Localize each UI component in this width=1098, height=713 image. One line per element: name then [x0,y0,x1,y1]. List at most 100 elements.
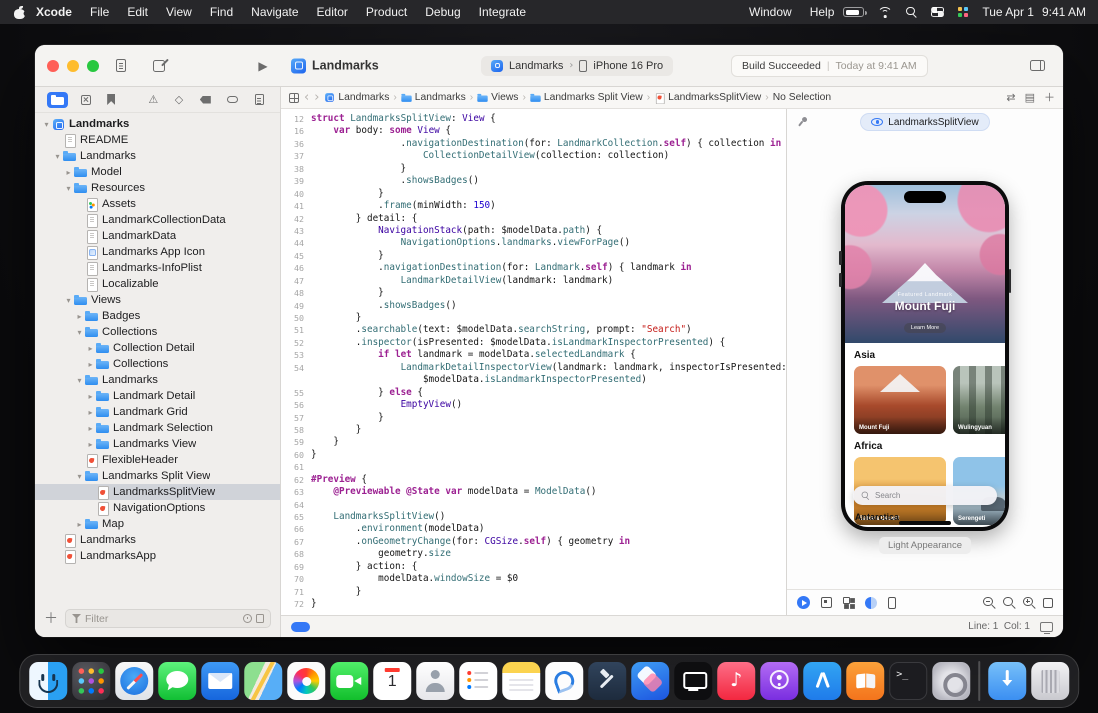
zoom-out-icon[interactable] [983,597,995,609]
back-chevron-icon[interactable]: ‹ [304,91,309,104]
tree-row-landmarkcollectiondata-6[interactable]: LandmarkCollectionData [35,212,280,228]
chevron-down-icon[interactable]: ▾ [74,328,85,337]
chevron-down-icon[interactable]: ▾ [52,152,63,161]
dock-calendar[interactable]: 1 [373,662,411,700]
dock-finder[interactable] [29,662,67,700]
dock-facetime[interactable] [330,662,368,700]
menu-item-integrate[interactable]: Integrate [470,5,535,19]
selectable-mode-button[interactable] [821,597,832,608]
tree-row-badges-12[interactable]: ▸Badges [35,308,280,324]
dock-safari[interactable] [115,662,153,700]
tree-row-resources-4[interactable]: ▾Resources [35,180,280,196]
compose-icon[interactable] [147,54,171,78]
inspector-toggle-icon[interactable] [1025,54,1049,78]
navigator-tab-tests[interactable]: ◇ [171,91,187,108]
chevron-down-icon[interactable]: ▾ [63,296,74,305]
tree-row-navigationoptions-24[interactable]: NavigationOptions [35,500,280,516]
tree-row-views-11[interactable]: ▾Views [35,292,280,308]
chevron-right-icon[interactable]: ▸ [74,312,85,321]
apple-logo-icon[interactable] [14,6,21,19]
menu-item-debug[interactable]: Debug [416,5,469,19]
chevron-right-icon[interactable]: ▸ [85,440,96,449]
device-settings-button[interactable] [888,597,896,609]
tree-row-landmarkdata-7[interactable]: LandmarkData [35,228,280,244]
dock-tv[interactable] [674,662,712,700]
pin-icon[interactable] [794,114,809,130]
tree-row-landmarks-16[interactable]: ▾Landmarks [35,372,280,388]
editor-options-button[interactable] [291,622,310,632]
breadcrumb-item-landmarks-split-view[interactable]: Landmarks Split View [530,91,643,104]
recents-filter-icon[interactable] [243,614,252,623]
menu-item-view[interactable]: View [157,5,201,19]
tree-row-model-3[interactable]: ▸Model [35,164,280,180]
adjust-editor-options-icon[interactable]: ▤ [1025,92,1035,103]
minimize-window-button[interactable] [67,60,79,72]
menu-item-product[interactable]: Product [357,5,416,19]
live-preview-button[interactable] [797,596,810,609]
navigator-tab-reports[interactable] [251,91,268,108]
chevron-right-icon[interactable]: ▸ [74,520,85,529]
menu-item-xcode[interactable]: Xcode [27,5,81,19]
menu-item-file[interactable]: File [81,5,118,19]
chevron-right-icon[interactable]: ▸ [63,168,74,177]
zoom-in-icon[interactable] [1023,597,1035,609]
zoom-actual-icon[interactable] [1003,597,1015,609]
activity-view[interactable]: Build Succeeded | Today at 9:41 AM [731,55,928,77]
dock-music[interactable] [717,662,755,700]
tree-row-localizable-10[interactable]: Localizable [35,276,280,292]
dock-notes[interactable] [502,662,540,700]
spotlight-icon[interactable] [906,7,917,18]
chevron-down-icon[interactable]: ▾ [74,376,85,385]
menu-item-window[interactable]: Window [740,5,801,19]
scheme-selector[interactable]: Landmarks › iPhone 16 Pro [481,56,673,76]
dock-messages[interactable] [158,662,196,700]
navigator-tab-project[interactable] [47,92,68,108]
tree-row-map-25[interactable]: ▸Map [35,516,280,532]
control-center-icon[interactable] [931,7,944,17]
dock-maps[interactable] [244,662,282,700]
dock-launchpad[interactable] [72,662,110,700]
chevron-right-icon[interactable]: ▸ [85,344,96,353]
menu-extra-icon[interactable] [958,7,968,17]
dock-photos[interactable] [287,662,325,700]
tree-row-readme-1[interactable]: README [35,132,280,148]
battery-icon[interactable] [843,7,864,17]
zoom-window-button[interactable] [87,60,99,72]
filter-field[interactable] [65,609,271,628]
variants-button[interactable] [843,597,854,608]
tree-row-landmark-grid-18[interactable]: ▸Landmark Grid [35,404,280,420]
breadcrumb-item-no-selection[interactable]: No Selection [773,92,831,103]
dock-terminal[interactable] [889,662,927,700]
menu-item-navigate[interactable]: Navigate [242,5,307,19]
close-window-button[interactable] [47,60,59,72]
chevron-right-icon[interactable]: ▸ [85,360,96,369]
add-button[interactable]: ＋ [44,612,58,626]
chevron-right-icon[interactable]: ▸ [85,392,96,401]
chevron-down-icon[interactable]: ▾ [41,120,52,129]
menu-item-find[interactable]: Find [201,5,242,19]
related-items-icon[interactable] [289,93,299,103]
filter-input[interactable] [85,613,239,625]
document-icon[interactable] [109,54,133,78]
tree-row-collection-detail-14[interactable]: ▸Collection Detail [35,340,280,356]
display-icon[interactable] [1040,622,1053,632]
dock-app-store[interactable] [803,662,841,700]
tree-row-landmark-detail-17[interactable]: ▸Landmark Detail [35,388,280,404]
run-button[interactable]: ▶ [251,54,275,78]
chevron-down-icon[interactable]: ▾ [74,472,85,481]
tree-row-landmarkssplitview-23[interactable]: LandmarksSplitView [35,484,280,500]
source-editor[interactable]: 12struct LandmarksSplitView: View {16 va… [281,109,786,615]
tree-row-landmarks-app-icon-8[interactable]: Landmarks App Icon [35,244,280,260]
color-scheme-button[interactable] [865,597,877,609]
tree-row-landmarksapp-27[interactable]: LandmarksApp [35,548,280,564]
tree-row-landmarks-split-view-22[interactable]: ▾Landmarks Split View [35,468,280,484]
breadcrumb-item-landmarks[interactable]: Landmarks [324,91,389,104]
dock-freeform[interactable] [545,662,583,700]
dock-developer[interactable] [588,662,626,700]
navigator-tab-find[interactable] [128,97,136,103]
tree-row-landmarks-0[interactable]: ▾Landmarks [35,116,280,132]
menu-item-edit[interactable]: Edit [118,5,157,19]
scm-filter-icon[interactable] [256,614,264,623]
dock-downloads[interactable] [988,662,1026,700]
dock-contacts[interactable] [416,662,454,700]
